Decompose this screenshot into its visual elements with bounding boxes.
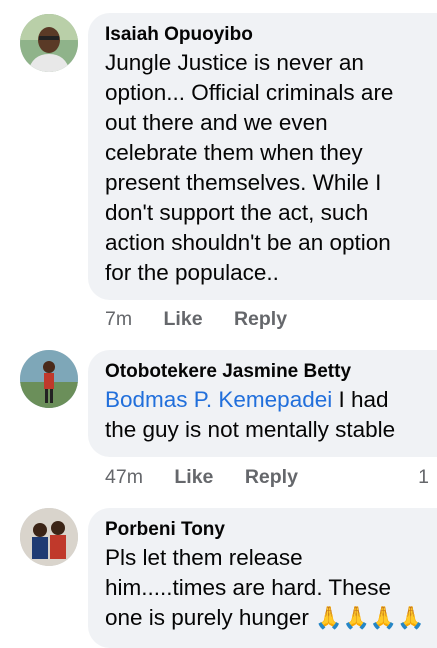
avatar[interactable] — [20, 350, 78, 408]
comment-actions: 47m Like Reply — [105, 466, 324, 489]
comment-author[interactable]: Otobotekere Jasmine Betty — [105, 360, 437, 384]
comment-text: Pls let them release him.....times are h… — [105, 545, 425, 630]
comment-timestamp[interactable]: 47m — [105, 466, 143, 488]
praying-hands-emoji: 🙏🙏🙏🙏 — [315, 605, 425, 630]
comment-actions: 7m Like Reply — [105, 308, 313, 331]
avatar[interactable] — [20, 14, 78, 72]
comment-text: Bodmas P. Kemepadei I had the guy is not… — [105, 387, 396, 442]
like-button[interactable]: Like — [164, 308, 203, 330]
comment-text: Jungle Justice is never an option... Off… — [105, 50, 394, 285]
comment-bubble: Isaiah Opuoyibo Jungle Justice is never … — [88, 13, 437, 300]
avatar-photo-icon — [20, 14, 78, 72]
reply-button[interactable]: Reply — [245, 466, 298, 488]
comment-author[interactable]: Isaiah Opuoyibo — [105, 23, 437, 47]
comment-bubble: Otobotekere Jasmine Betty Bodmas P. Keme… — [88, 350, 437, 457]
comment-timestamp[interactable]: 7m — [105, 308, 132, 330]
like-button[interactable]: Like — [174, 466, 213, 488]
avatar-photo-icon — [20, 508, 78, 566]
mention-link[interactable]: Bodmas P. Kemepadei — [105, 387, 332, 412]
avatar[interactable] — [20, 508, 78, 566]
reaction-count[interactable]: 1 — [418, 466, 429, 489]
comment-bubble: Porbeni Tony Pls let them release him...… — [88, 508, 437, 648]
avatar-photo-icon — [20, 350, 78, 408]
reply-button[interactable]: Reply — [234, 308, 287, 330]
comment-author[interactable]: Porbeni Tony — [105, 518, 437, 542]
